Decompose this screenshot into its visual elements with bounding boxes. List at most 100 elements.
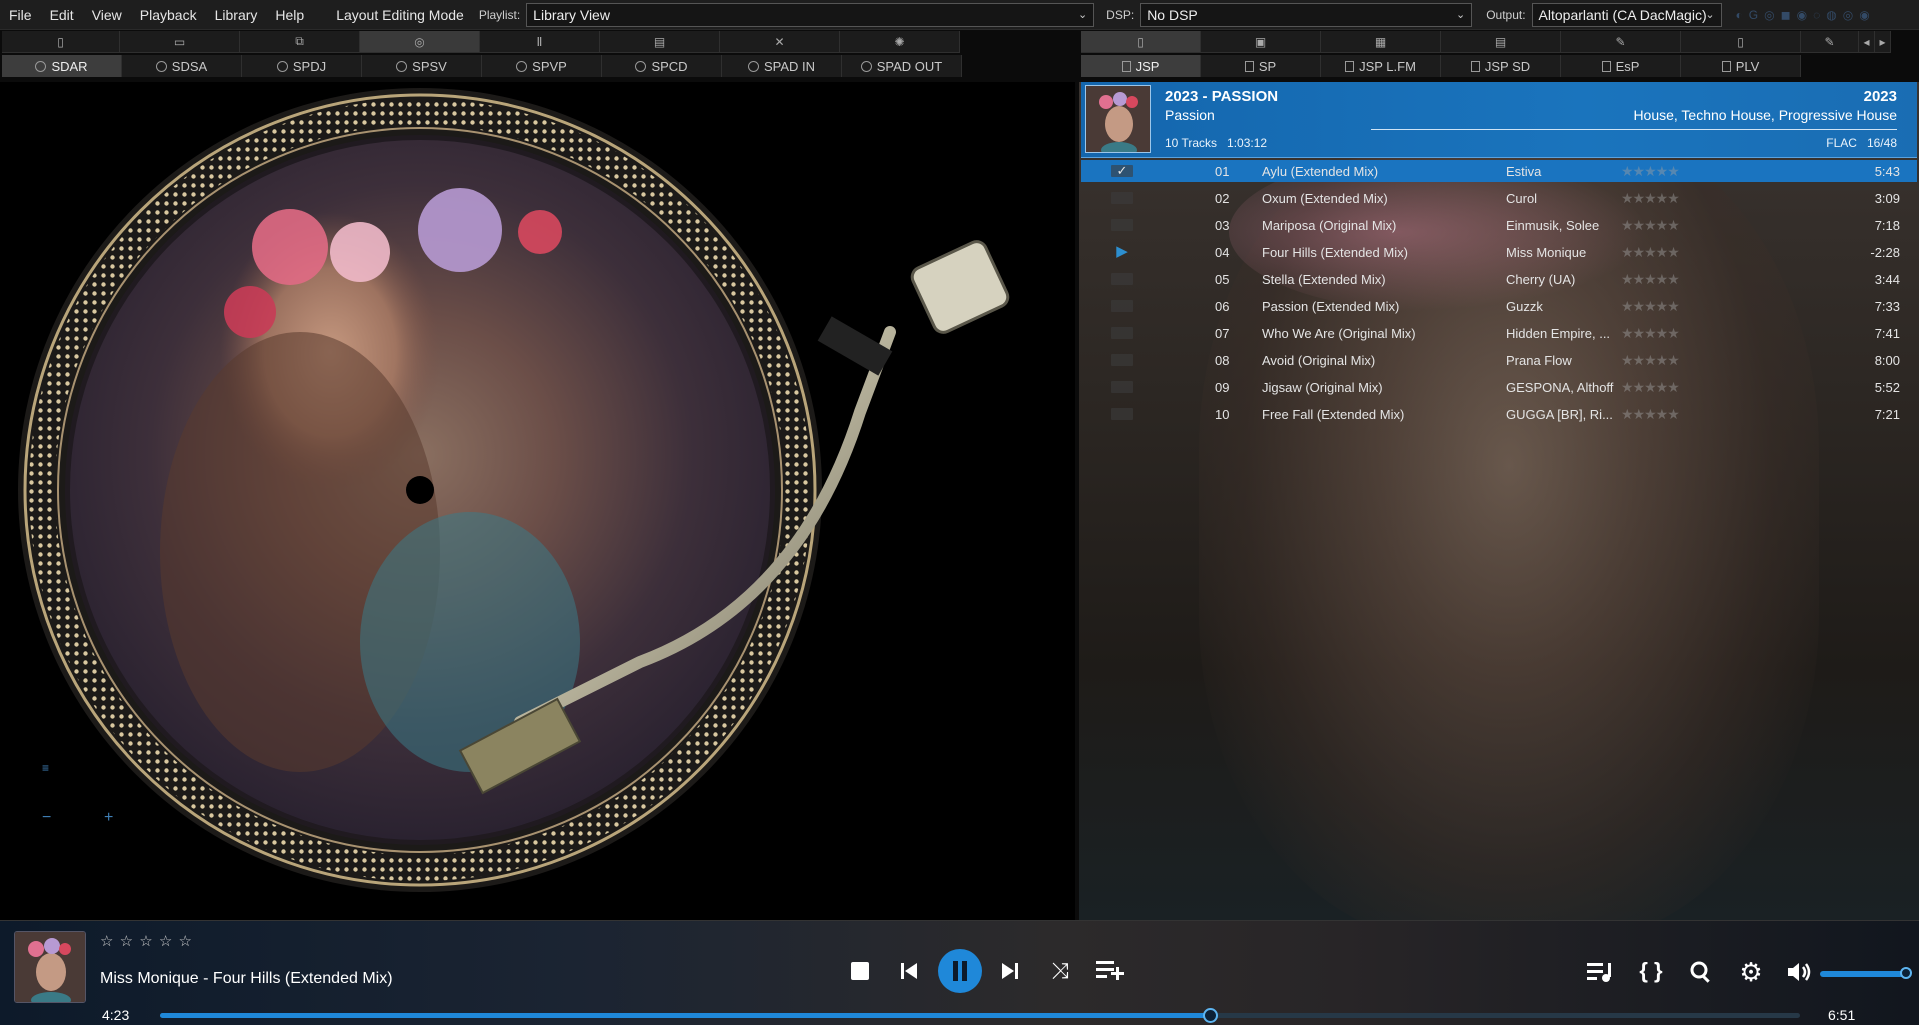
tab-jsp-lfm[interactable]: JSP L.FM [1321, 55, 1441, 77]
album-title: 2023 - PASSION [1165, 88, 1279, 105]
now-playing-art[interactable] [14, 931, 86, 1003]
track-rating[interactable]: ★★★★★ [1621, 217, 1680, 234]
pause-button[interactable] [938, 949, 982, 993]
tab-spvp[interactable]: SPVP [482, 55, 602, 77]
windows-icon[interactable]: ⧉ [240, 31, 360, 53]
seek-bar[interactable] [160, 1008, 1800, 1023]
tab-spsv[interactable]: SPSV [362, 55, 482, 77]
track-row[interactable]: 06 Passion (Extended Mix) Guzzk ★★★★★ 7:33 [1081, 295, 1917, 317]
track-title: Free Fall (Extended Mix) [1262, 406, 1405, 422]
lyrics-button[interactable]: { } [1636, 957, 1666, 985]
menu-edit[interactable]: Edit [41, 0, 83, 30]
queue-button[interactable] [1586, 959, 1616, 985]
cd-player-icon[interactable]: ▤ [600, 31, 720, 53]
track-rating[interactable]: ★★★★★ [1621, 190, 1680, 207]
scroll-left-icon[interactable]: ◂ [1859, 31, 1875, 53]
track-row[interactable]: 02 Oxum (Extended Mix) Curol ★★★★★ 3:09 [1081, 187, 1917, 209]
stop-button[interactable] [848, 959, 872, 983]
track-rating[interactable]: ★★★★★ [1621, 379, 1680, 396]
volume-button[interactable] [1786, 959, 1814, 985]
track-status-marker [1111, 381, 1133, 393]
cd-player-icon[interactable]: ▤ [1441, 31, 1561, 53]
track-rating[interactable]: ★★★★★ [1621, 406, 1680, 423]
pitch-minus-button[interactable]: − [42, 809, 51, 826]
track-rating[interactable]: ★★★★★ [1621, 163, 1680, 180]
menu-view[interactable]: View [83, 0, 131, 30]
track-row[interactable]: 10 Free Fall (Extended Mix) GUGGA [BR], Ri… [1081, 403, 1917, 425]
album-year: 2023 [1863, 88, 1897, 105]
album-header[interactable]: 2023 - PASSION 2023 Passion House, Techn… [1081, 82, 1917, 158]
tab-spad-out[interactable]: SPAD OUT [842, 55, 962, 77]
track-title: Who We Are (Original Mix) [1262, 325, 1416, 341]
tab-sp[interactable]: SP [1201, 55, 1321, 77]
now-playing-rating[interactable]: ☆ ☆ ☆ ☆ ☆ [100, 932, 193, 950]
track-row[interactable]: 08 Avoid (Original Mix) Prana Flow ★★★★★ 8:0… [1081, 349, 1917, 371]
service-icon[interactable]: ◎ [1843, 8, 1853, 22]
next-button[interactable] [998, 959, 1022, 983]
shuffle-button[interactable]: ⤨ [1048, 958, 1072, 983]
vinyl-icon[interactable]: ◎ [360, 31, 480, 53]
chart-icon[interactable]: ▦ [1321, 31, 1441, 53]
layout-editing-mode[interactable]: Layout Editing Mode [327, 0, 473, 30]
seek-knob[interactable] [1202, 1008, 1218, 1023]
document-icon [1121, 60, 1131, 72]
track-row[interactable]: 05 Stella (Extended Mix) Cherry (UA) ★★★★★ 3… [1081, 268, 1917, 290]
tab-spdj[interactable]: SPDJ [242, 55, 362, 77]
track-row[interactable]: 07 Who We Are (Original Mix) Hidden Empire… [1081, 322, 1917, 344]
menu-file[interactable]: File [0, 0, 41, 30]
tools-icon[interactable]: ✕ [720, 31, 840, 53]
add-to-queue-button[interactable] [1096, 957, 1126, 983]
track-rating[interactable]: ★★★★★ [1621, 325, 1680, 342]
tab-jsp[interactable]: JSP [1081, 55, 1201, 77]
service-icon[interactable]: ◐ [1736, 8, 1743, 22]
service-icon[interactable]: ◉ [1797, 8, 1807, 22]
track-row[interactable]: 03 Mariposa (Original Mix) Einmusik, Solee… [1081, 214, 1917, 236]
book-icon[interactable]: ▭ [120, 31, 240, 53]
tab-plv[interactable]: PLV [1681, 55, 1801, 77]
search-button[interactable] [1688, 959, 1714, 985]
track-rating[interactable]: ★★★★★ [1621, 352, 1680, 369]
service-icon[interactable]: ◌ [1813, 8, 1820, 22]
tab-label: SDAR [51, 58, 88, 74]
pen-icon[interactable]: ✎ [1561, 31, 1681, 53]
settings-button[interactable]: ⚙ [1737, 957, 1765, 987]
track-rating[interactable]: ★★★★★ [1621, 244, 1680, 261]
volume-slider[interactable] [1820, 967, 1912, 979]
tab-jsp-sd[interactable]: JSP SD [1441, 55, 1561, 77]
previous-button[interactable] [897, 959, 921, 983]
track-row[interactable]: ✓ 01 Aylu (Extended Mix) Estiva ★★★★★ 5:43 [1081, 160, 1917, 182]
menu-help[interactable]: Help [266, 0, 313, 30]
album-format: FLAC 16/48 [1826, 136, 1897, 150]
dsp-select[interactable]: No DSP ⌄ [1140, 2, 1473, 27]
playlist-select[interactable]: Library View ⌄ [526, 2, 1095, 27]
service-icon[interactable]: ◉ [1859, 8, 1869, 22]
tab-label: EsP [1615, 58, 1640, 74]
menu-playback[interactable]: Playback [131, 0, 206, 30]
tab-sdar[interactable]: SDAR [2, 55, 122, 77]
page-icon[interactable]: ▯ [1681, 31, 1801, 53]
document-icon[interactable]: ▯ [1081, 31, 1201, 53]
track-rating[interactable]: ★★★★★ [1621, 298, 1680, 315]
volume-knob[interactable] [1900, 967, 1912, 979]
pitch-plus-button[interactable]: + [104, 809, 113, 826]
tab-spad-in[interactable]: SPAD IN [722, 55, 842, 77]
document-icon[interactable]: ▯ [2, 31, 120, 53]
service-icon[interactable]: ◍ [1826, 8, 1836, 22]
track-row[interactable]: 09 Jigsaw (Original Mix) GESPONA, Althoff ★… [1081, 376, 1917, 398]
album-art[interactable] [1085, 85, 1151, 153]
tab-sdsa[interactable]: SDSA [122, 55, 242, 77]
track-rating[interactable]: ★★★★★ [1621, 271, 1680, 288]
menu-library[interactable]: Library [206, 0, 267, 30]
edit-icon[interactable]: ✎ [1801, 31, 1859, 53]
tab-esp[interactable]: EsP [1561, 55, 1681, 77]
settings-icon[interactable]: ✺ [840, 31, 960, 53]
columns-icon[interactable]: Ⅱ [480, 31, 600, 53]
tab-spcd[interactable]: SPCD [602, 55, 722, 77]
track-row[interactable]: ▶ 04 Four Hills (Extended Mix) Miss Monique… [1081, 241, 1917, 263]
image-icon[interactable]: ▣ [1201, 31, 1321, 53]
service-icon[interactable]: G [1749, 8, 1758, 22]
output-select[interactable]: Altoparlanti (CA DacMagic) ⌄ [1531, 2, 1722, 27]
service-icon[interactable]: ◎ [1764, 8, 1774, 22]
service-icon[interactable]: ◼ [1781, 8, 1791, 22]
scroll-right-icon[interactable]: ▸ [1875, 31, 1891, 53]
